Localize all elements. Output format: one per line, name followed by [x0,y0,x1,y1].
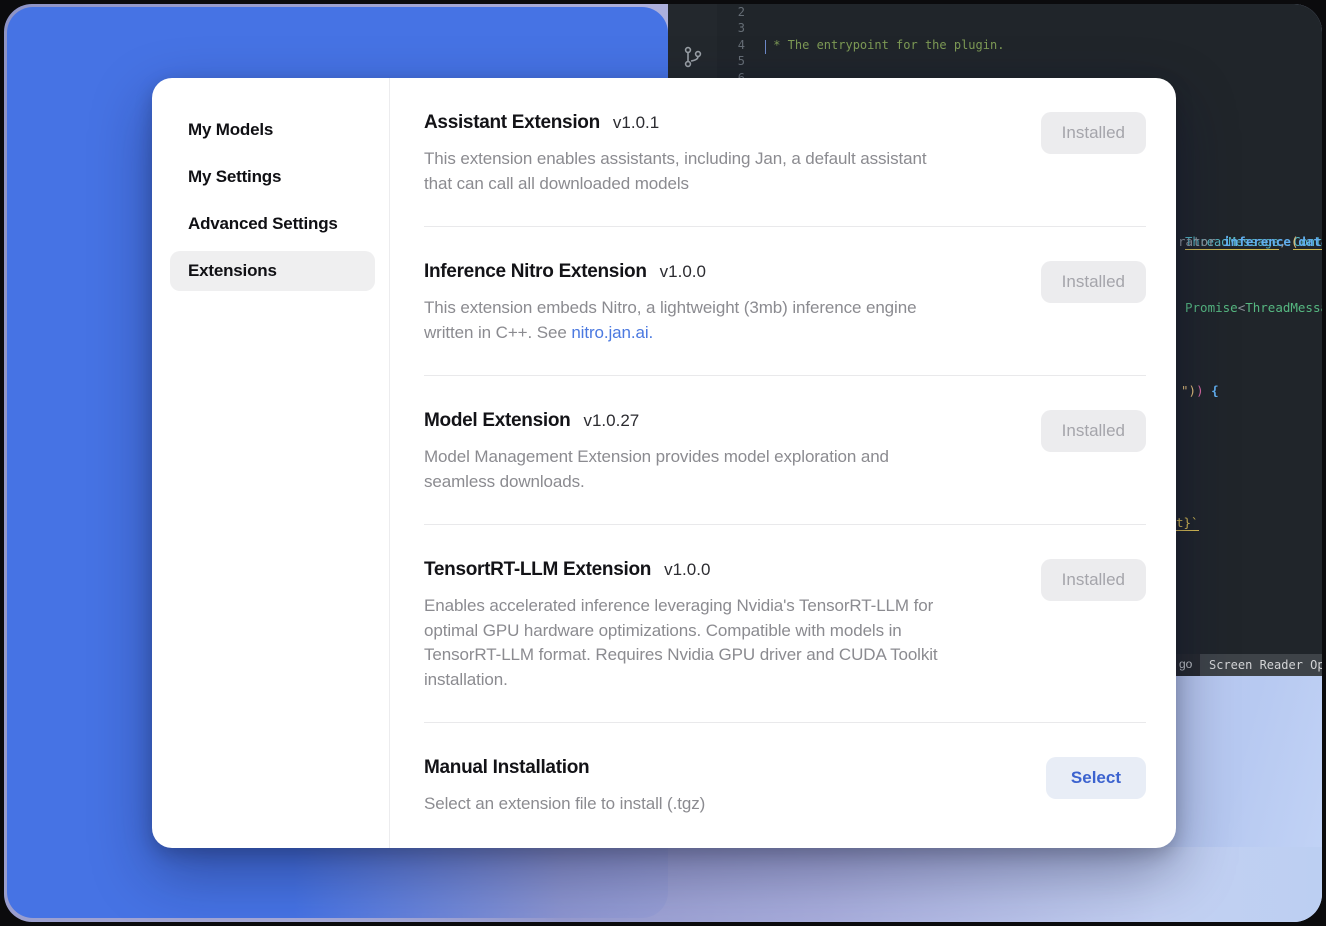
code-fragment-brace: ")) { [1181,383,1219,398]
sidebar-item-extensions[interactable]: Extensions [170,251,375,291]
manual-installation-title: Manual Installation [424,757,589,779]
extension-description: This extension embeds Nitro, a lightweig… [424,296,916,345]
extension-title: Inference Nitro Extension [424,261,647,283]
select-file-button[interactable]: Select [1046,757,1146,799]
extension-version: v1.0.0 [660,262,706,282]
extension-row-model: Model Extension v1.0.27 Model Management… [424,376,1146,525]
extension-row-nitro: Inference Nitro Extension v1.0.0 This ex… [424,227,1146,376]
extension-version: v1.0.1 [613,113,659,133]
screenshot-canvas: 2 3 4 5 6 * The entrypoint for the plugi… [0,0,1326,926]
bottom-gradient [294,847,1322,922]
nitro-jan-ai-link[interactable]: nitro.jan.ai. [571,323,653,342]
code-line-2: * The entrypoint for the plugin. [766,37,1322,53]
extension-description: Enables accelerated inference leveraging… [424,594,938,692]
installed-button[interactable]: Installed [1041,112,1146,154]
code-fragment-inference: rator.inference(data)); [1178,234,1322,249]
installed-button[interactable]: Installed [1041,410,1146,452]
extension-description: Model Management Extension provides mode… [424,445,889,494]
screen-reader-badge[interactable]: Screen Reader Optimized [1200,654,1322,676]
sidebar-item-my-settings[interactable]: My Settings [170,157,375,197]
status-bar-fragment: go [1179,657,1192,671]
installed-button[interactable]: Installed [1041,261,1146,303]
settings-sidebar: My Models My Settings Advanced Settings … [152,78,390,848]
sidebar-item-my-models[interactable]: My Models [170,110,375,150]
editor-line-numbers: 2 3 4 5 6 [717,4,745,86]
code-fragment-promise: Promise<ThreadMessage> [1185,300,1322,315]
settings-card: My Models My Settings Advanced Settings … [152,78,1176,848]
extension-title: Assistant Extension [424,112,600,134]
manual-installation-row: Manual Installation Select an extension … [424,723,1146,847]
extension-version: v1.0.27 [583,411,639,431]
desktop-background: 2 3 4 5 6 * The entrypoint for the plugi… [4,4,1322,922]
extension-description: This extension enables assistants, inclu… [424,147,926,196]
installed-button[interactable]: Installed [1041,559,1146,601]
source-control-icon[interactable] [681,45,705,69]
sidebar-item-advanced-settings[interactable]: Advanced Settings [170,204,375,244]
extension-row-tensorrt: TensortRT-LLM Extension v1.0.0 Enables a… [424,525,1146,723]
extension-version: v1.0.0 [664,560,710,580]
code-fragment-template: t}` [1176,515,1199,530]
extension-title: TensortRT-LLM Extension [424,559,651,581]
manual-installation-description: Select an extension file to install (.tg… [424,792,705,817]
extensions-list: Assistant Extension v1.0.1 This extensio… [390,78,1176,848]
extension-row-assistant: Assistant Extension v1.0.1 This extensio… [424,78,1146,227]
extension-title: Model Extension [424,410,570,432]
